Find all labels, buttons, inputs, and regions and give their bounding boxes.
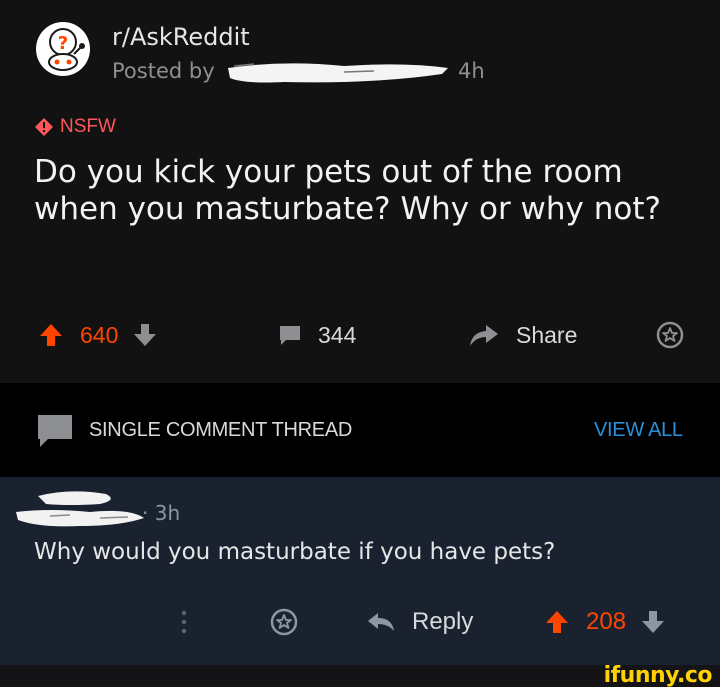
thread-icon: [38, 415, 72, 447]
more-icon: [181, 610, 187, 634]
upvote-count: 640: [80, 321, 119, 348]
comment-award-button[interactable]: [270, 602, 298, 642]
vote-control: 640: [38, 310, 158, 360]
share-button[interactable]: Share: [468, 310, 577, 360]
post-card: ? r/AskReddit Posted by 4h NSFW Do you k…: [0, 0, 720, 383]
reply-label: Reply: [412, 608, 474, 635]
thread-label: SINGLE COMMENT THREAD: [89, 419, 352, 441]
award-icon: [656, 321, 684, 349]
post-age: 4h: [458, 59, 485, 83]
view-all-link[interactable]: VIEW ALL: [594, 419, 683, 442]
post-action-bar: 640 344 Share: [0, 310, 720, 360]
nsfw-icon: [35, 118, 53, 136]
subreddit-name[interactable]: r/AskReddit: [112, 23, 250, 51]
askreddit-icon[interactable]: ?: [34, 20, 92, 78]
more-options-button[interactable]: [180, 602, 188, 642]
comment-count: 344: [318, 321, 357, 348]
comment-body: Why would you masturbate if you have pet…: [34, 539, 556, 565]
posted-by-label: Posted by: [112, 59, 215, 83]
upvote-icon[interactable]: [544, 609, 570, 635]
comment-icon: [280, 326, 300, 345]
share-label: Share: [516, 321, 578, 348]
comment-age: · 3h: [142, 501, 181, 525]
downvote-icon[interactable]: [132, 322, 158, 348]
upvote-icon[interactable]: [38, 322, 64, 348]
redacted-username: [228, 63, 448, 83]
svg-text:?: ?: [58, 33, 68, 54]
post-title[interactable]: Do you kick your pets out of the room wh…: [34, 154, 704, 228]
comment-score: 208: [586, 608, 627, 635]
comment-vote-control: 208: [544, 602, 666, 642]
downvote-icon[interactable]: [640, 609, 666, 635]
award-icon: [270, 608, 298, 636]
reply-icon: [368, 613, 394, 631]
reply-button[interactable]: Reply: [366, 602, 473, 642]
comments-button[interactable]: 344: [278, 310, 356, 360]
single-comment-thread-bar: SINGLE COMMENT THREAD VIEW ALL: [0, 383, 720, 477]
nsfw-label: NSFW: [60, 116, 116, 137]
award-button[interactable]: [656, 310, 684, 360]
ifunny-watermark: ifunny.co: [603, 663, 713, 687]
comment-card: · 3h Why would you masturbate if you hav…: [0, 477, 720, 665]
redacted-commenter: [16, 491, 144, 527]
nsfw-tag: NSFW: [34, 116, 116, 138]
share-icon: [470, 325, 498, 346]
comment-action-bar: Reply 208: [0, 602, 720, 642]
